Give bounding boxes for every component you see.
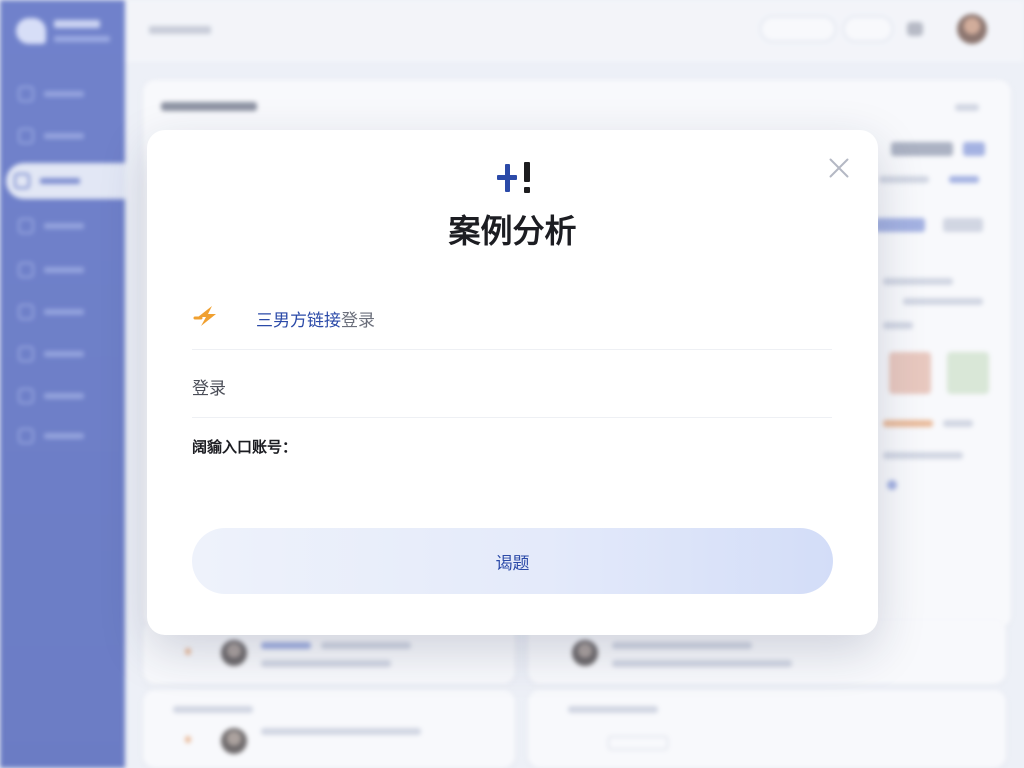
third-party-login-text: 三男方链接登录 <box>256 311 375 331</box>
case-analysis-modal: 案例分析 三男方链接登录 登录 阔貐入口账号： 谒题 <box>147 130 878 635</box>
lightning-icon <box>193 306 216 326</box>
third-party-login-option[interactable]: 三男方链接登录 <box>192 292 832 350</box>
plus-exclamation-logo-icon <box>497 162 537 196</box>
login-option[interactable]: 登录 <box>192 350 832 418</box>
modal-title: 案例分析 <box>448 212 577 250</box>
third-party-link[interactable]: 三男方链接 <box>256 311 341 331</box>
login-label: 登录 <box>192 379 226 399</box>
confirm-button[interactable]: 谒题 <box>192 528 833 594</box>
close-icon[interactable] <box>823 152 855 184</box>
entry-account-heading: 阔貐入口账号： <box>192 438 298 456</box>
